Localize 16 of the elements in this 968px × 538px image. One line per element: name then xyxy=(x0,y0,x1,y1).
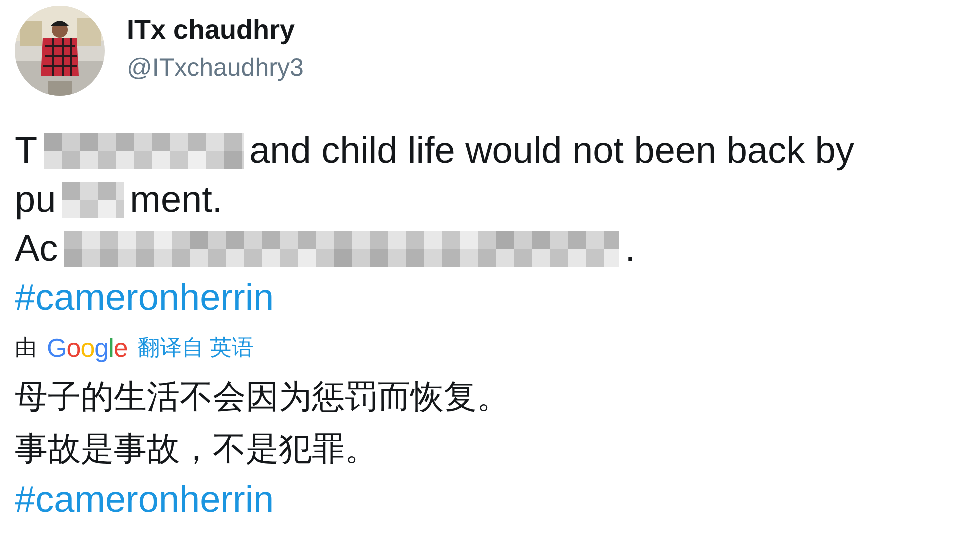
tweet-text: . xyxy=(625,228,636,270)
tweet-text: Ac xyxy=(15,228,58,270)
tweet-text: and child life would not been back by xyxy=(250,130,854,172)
author-name: ITx chaudhry xyxy=(127,15,296,46)
translation-prefix: 由 xyxy=(15,334,37,362)
hashtag-link[interactable]: #cameronherrin xyxy=(15,475,274,525)
tweet-text: T xyxy=(15,130,38,172)
translated-text: 事故是事故，不是犯罪。 xyxy=(15,429,378,469)
tweet-text: pu xyxy=(15,178,56,220)
mosaic-blur xyxy=(62,182,124,218)
author-handle: @ITxchaudhry3 xyxy=(127,54,304,83)
hashtag-link[interactable]: #cameronherrin xyxy=(15,273,274,323)
translation-link[interactable]: 翻译自 英语 xyxy=(138,333,254,363)
tweet-text: ment. xyxy=(130,178,223,220)
translated-text: 母子的生活不会因为惩罚而恢复。 xyxy=(15,377,510,417)
google-logo: Google xyxy=(47,332,128,364)
